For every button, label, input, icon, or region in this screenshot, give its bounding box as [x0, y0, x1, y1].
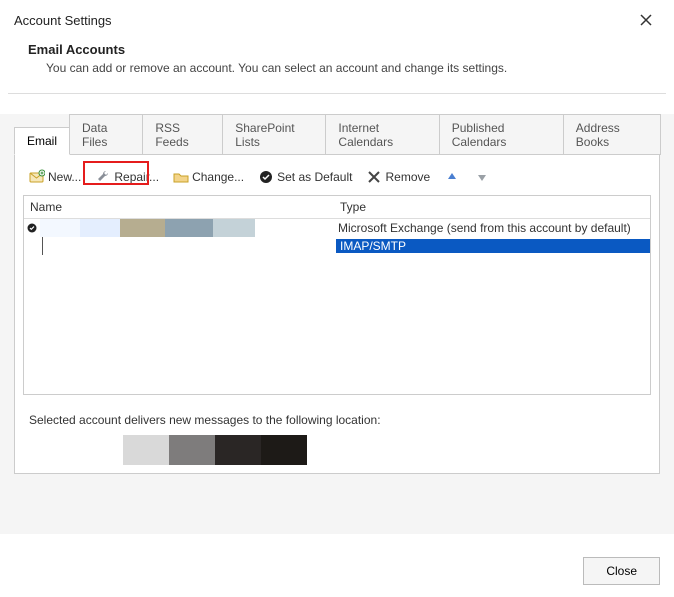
tab-rss-feeds[interactable]: RSS Feeds — [142, 114, 223, 155]
tab-content-email: New... Repair... Change... — [14, 154, 660, 474]
footer: Close — [583, 557, 660, 585]
arrow-up-icon — [444, 169, 460, 185]
account-list[interactable]: Name Type Microsoft Exchange (send from … — [23, 195, 651, 395]
header-title: Email Accounts — [28, 42, 660, 57]
move-up-button[interactable] — [440, 167, 464, 187]
toolbar: New... Repair... Change... — [23, 163, 651, 195]
tabs: EmailData FilesRSS FeedsSharePoint Lists… — [14, 114, 660, 155]
tab-address-books[interactable]: Address Books — [563, 114, 661, 155]
delivery-label: Selected account delivers new messages t… — [29, 413, 645, 427]
header-block: Email Accounts You can add or remove an … — [0, 36, 674, 93]
close-icon — [640, 14, 652, 26]
folder-change-icon — [173, 169, 189, 185]
change-button-label: Change... — [192, 170, 244, 184]
default-indicator — [24, 223, 40, 233]
outer-panel: EmailData FilesRSS FeedsSharePoint Lists… — [0, 114, 674, 534]
type-cell: IMAP/SMTP — [336, 239, 650, 253]
tab-data-files[interactable]: Data Files — [69, 114, 143, 155]
window-close-button[interactable] — [632, 10, 660, 30]
x-icon — [366, 169, 382, 185]
close-button[interactable]: Close — [583, 557, 660, 585]
table-row[interactable]: IMAP/SMTP — [24, 237, 650, 255]
column-header-name[interactable]: Name — [24, 196, 334, 218]
move-down-button[interactable] — [470, 167, 494, 187]
wrench-icon — [95, 169, 111, 185]
repair-button[interactable]: Repair... — [91, 167, 163, 187]
check-circle-icon — [258, 169, 274, 185]
tab-internet-calendars[interactable]: Internet Calendars — [325, 114, 439, 155]
name-cell — [40, 219, 334, 237]
name-cell — [42, 237, 336, 255]
account-settings-dialog: Account Settings Email Accounts You can … — [0, 0, 674, 597]
divider — [8, 93, 666, 94]
set-default-button[interactable]: Set as Default — [254, 167, 356, 187]
tab-email[interactable]: Email — [14, 127, 70, 155]
titlebar: Account Settings — [0, 0, 674, 36]
repair-button-label: Repair... — [114, 170, 159, 184]
set-default-button-label: Set as Default — [277, 170, 352, 184]
window-title: Account Settings — [14, 13, 112, 28]
list-rows: Microsoft Exchange (send from this accou… — [24, 219, 650, 255]
arrow-down-icon — [474, 169, 490, 185]
remove-button[interactable]: Remove — [362, 167, 434, 187]
tab-published-calendars[interactable]: Published Calendars — [439, 114, 564, 155]
mail-new-icon — [29, 169, 45, 185]
list-header: Name Type — [24, 196, 650, 219]
type-cell: Microsoft Exchange (send from this accou… — [334, 221, 650, 235]
change-button[interactable]: Change... — [169, 167, 248, 187]
new-button-label: New... — [48, 170, 81, 184]
delivery-location-display — [123, 435, 651, 465]
column-header-type[interactable]: Type — [334, 196, 650, 218]
new-button[interactable]: New... — [25, 167, 85, 187]
remove-button-label: Remove — [385, 170, 430, 184]
header-subtitle: You can add or remove an account. You ca… — [28, 61, 660, 75]
tab-sharepoint-lists[interactable]: SharePoint Lists — [222, 114, 326, 155]
table-row[interactable]: Microsoft Exchange (send from this accou… — [24, 219, 650, 237]
